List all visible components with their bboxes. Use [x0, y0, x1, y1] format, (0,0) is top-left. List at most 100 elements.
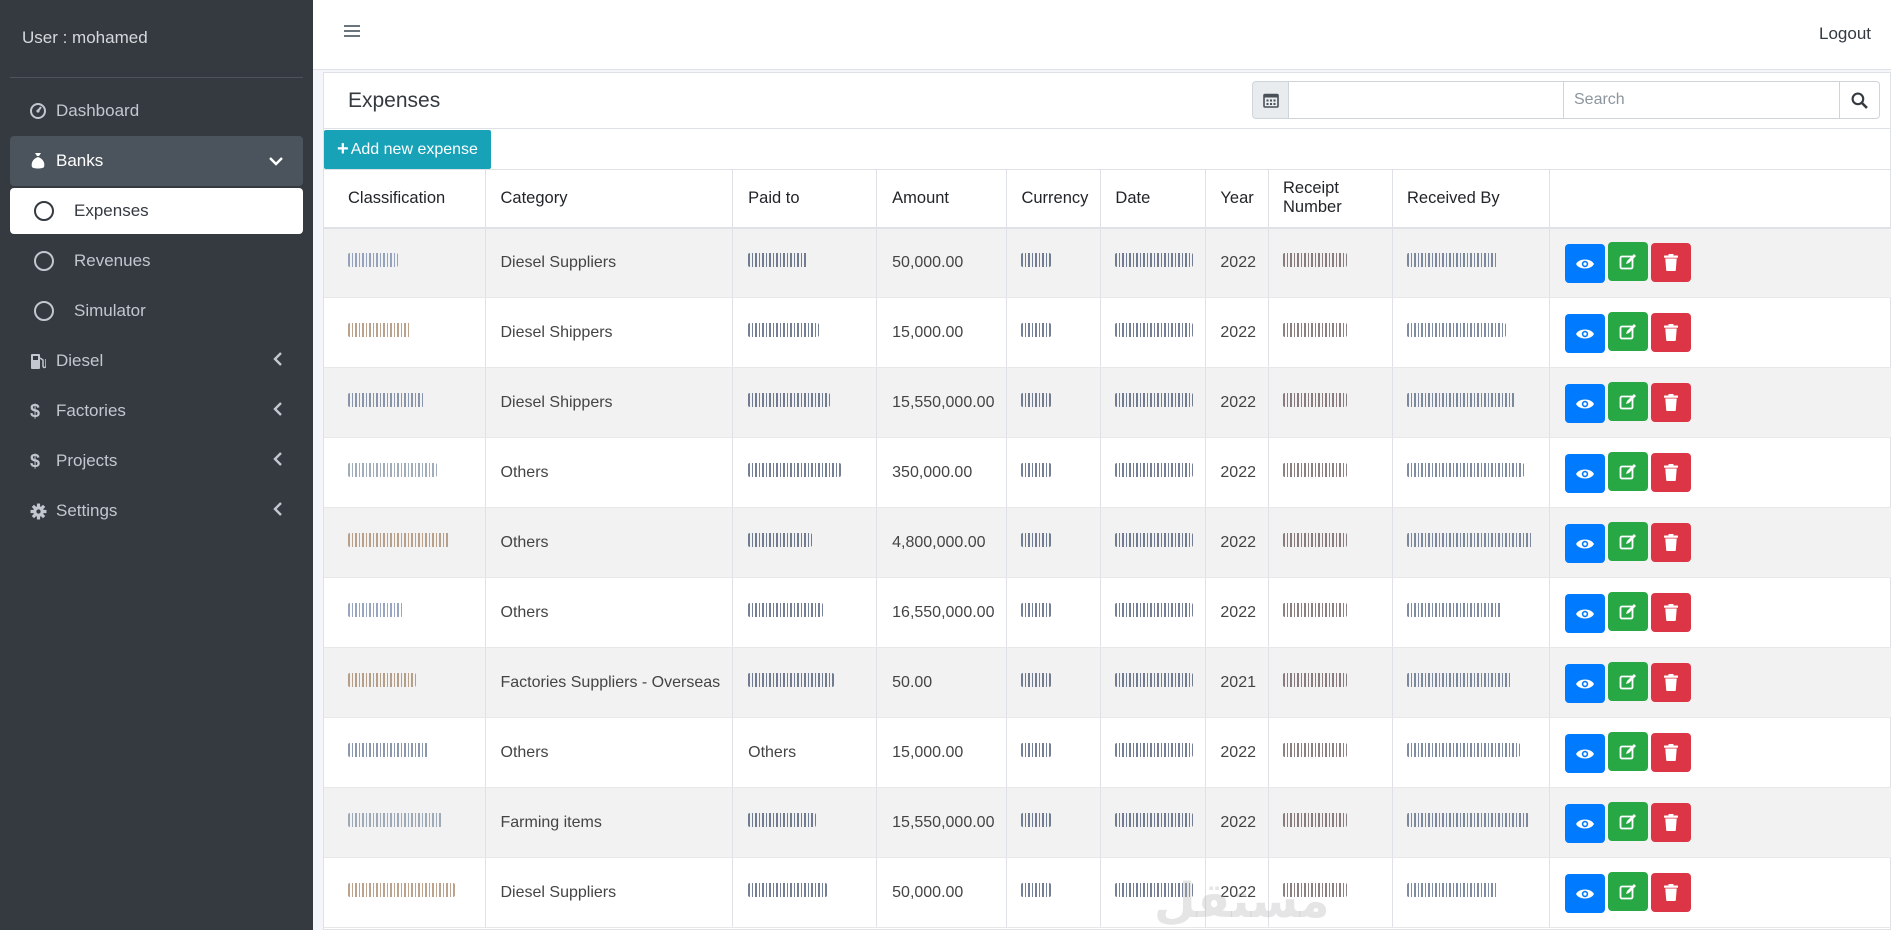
logout-link[interactable]: Logout — [1819, 24, 1871, 44]
currency-cell — [1006, 577, 1102, 648]
delete-button[interactable] — [1651, 802, 1691, 842]
sidebar-item-expenses[interactable]: Expenses — [10, 188, 303, 234]
column-header[interactable]: Amount — [876, 169, 1008, 229]
delete-button[interactable] — [1651, 312, 1691, 352]
edit-icon — [1619, 463, 1636, 479]
edit-button[interactable] — [1608, 242, 1648, 282]
category-cell: Others — [485, 577, 734, 648]
trash-icon — [1664, 883, 1678, 901]
view-button[interactable] — [1565, 664, 1605, 703]
obscured-text — [748, 673, 835, 687]
view-button[interactable] — [1565, 804, 1605, 843]
obscured-text — [348, 323, 411, 337]
obscured-text — [1407, 393, 1515, 407]
obscured-text — [348, 533, 450, 547]
eye-icon — [1576, 469, 1594, 478]
edit-button[interactable] — [1608, 312, 1648, 351]
sidebar-item-dashboard[interactable]: Dashboard — [10, 86, 303, 136]
edit-icon — [1619, 813, 1636, 829]
eye-icon — [1576, 609, 1594, 618]
actions-cell — [1549, 437, 1891, 508]
calendar-icon[interactable] — [1252, 81, 1289, 119]
received-by-cell — [1392, 647, 1550, 718]
date-input[interactable] — [1289, 81, 1564, 119]
card-header: Expenses — [324, 73, 1890, 129]
view-button[interactable] — [1565, 384, 1605, 423]
edit-button[interactable] — [1608, 662, 1648, 701]
edit-button[interactable] — [1608, 802, 1648, 841]
column-header[interactable]: Currency — [1006, 169, 1102, 229]
received-by-cell — [1392, 717, 1550, 788]
table-row: Diesel Suppliers 50,000.00 2022 — [324, 227, 1891, 298]
receipt-number-cell — [1268, 367, 1393, 438]
search-input[interactable] — [1564, 81, 1840, 119]
edit-button[interactable] — [1608, 732, 1648, 771]
delete-button[interactable] — [1651, 522, 1691, 562]
delete-button[interactable] — [1651, 662, 1691, 702]
receipt-number-cell — [1268, 577, 1393, 648]
obscured-text — [1115, 253, 1194, 268]
search-icon[interactable] — [1840, 81, 1880, 119]
view-button[interactable] — [1565, 524, 1605, 563]
delete-button[interactable] — [1651, 592, 1691, 632]
sidebar-item-simulator[interactable]: Simulator — [10, 286, 303, 336]
amount-cell: 350,000.00 — [876, 437, 1008, 508]
delete-button[interactable] — [1651, 382, 1691, 422]
sidebar-item-banks[interactable]: Banks — [10, 136, 303, 186]
received-by-cell — [1392, 367, 1550, 438]
menu-toggle-icon[interactable] — [341, 20, 363, 42]
edit-button[interactable] — [1608, 872, 1648, 911]
add-expense-button[interactable]: + Add new expense — [324, 130, 491, 169]
column-header[interactable]: Category — [485, 169, 734, 229]
table-row: Others 4,800,000.00 2022 — [324, 507, 1891, 578]
sidebar-item-settings[interactable]: Settings — [10, 486, 303, 536]
obscured-text — [1407, 323, 1506, 337]
year-cell: 2022 — [1205, 367, 1269, 438]
obscured-text — [748, 393, 831, 407]
receipt-number-cell — [1268, 787, 1393, 858]
date-cell — [1100, 647, 1207, 718]
view-button[interactable] — [1565, 244, 1605, 284]
category-cell: Others — [485, 437, 734, 508]
received-by-cell — [1392, 507, 1550, 578]
obscured-text — [1021, 323, 1052, 337]
paid-to-cell — [732, 857, 878, 928]
circle-icon — [34, 301, 54, 321]
obscured-text — [348, 463, 437, 477]
edit-button[interactable] — [1608, 382, 1648, 421]
sidebar-item-projects[interactable]: $ Projects — [10, 436, 303, 486]
obscured-text — [1407, 813, 1529, 827]
sidebar-item-factories[interactable]: $ Factories — [10, 386, 303, 436]
delete-button[interactable] — [1651, 242, 1691, 282]
edit-button[interactable] — [1608, 522, 1648, 561]
view-button[interactable] — [1565, 594, 1605, 633]
obscured-text — [1283, 393, 1347, 407]
date-cell — [1100, 717, 1207, 788]
year-cell: 2022 — [1205, 717, 1269, 788]
sidebar-item-diesel[interactable]: Diesel — [10, 336, 303, 386]
view-button[interactable] — [1565, 454, 1605, 493]
date-cell — [1100, 367, 1207, 438]
delete-button[interactable] — [1651, 872, 1691, 912]
column-header[interactable]: Classification — [324, 169, 486, 229]
column-header[interactable]: Receipt Number — [1268, 169, 1393, 229]
edit-icon — [1619, 743, 1636, 759]
receipt-number-cell — [1268, 717, 1393, 788]
column-header[interactable]: Date — [1100, 169, 1207, 229]
expenses-card: Expenses +Add new expense Classification… — [323, 72, 1891, 930]
column-header[interactable]: Paid to — [732, 169, 878, 229]
column-header[interactable]: Year — [1205, 169, 1269, 229]
view-button[interactable] — [1565, 314, 1605, 353]
view-button[interactable] — [1565, 874, 1605, 913]
edit-button[interactable] — [1608, 592, 1648, 631]
view-button[interactable] — [1565, 734, 1605, 773]
amount-cell: 15,550,000.00 — [876, 787, 1008, 858]
user-label: User : mohamed — [10, 0, 303, 78]
delete-button[interactable] — [1651, 452, 1691, 492]
eye-icon — [1576, 819, 1594, 828]
delete-button[interactable] — [1651, 732, 1691, 772]
edit-button[interactable] — [1608, 452, 1648, 491]
column-header[interactable]: Received By — [1392, 169, 1550, 229]
sidebar-item-revenues[interactable]: Revenues — [10, 236, 303, 286]
sidebar-item-label: Diesel — [56, 351, 104, 370]
